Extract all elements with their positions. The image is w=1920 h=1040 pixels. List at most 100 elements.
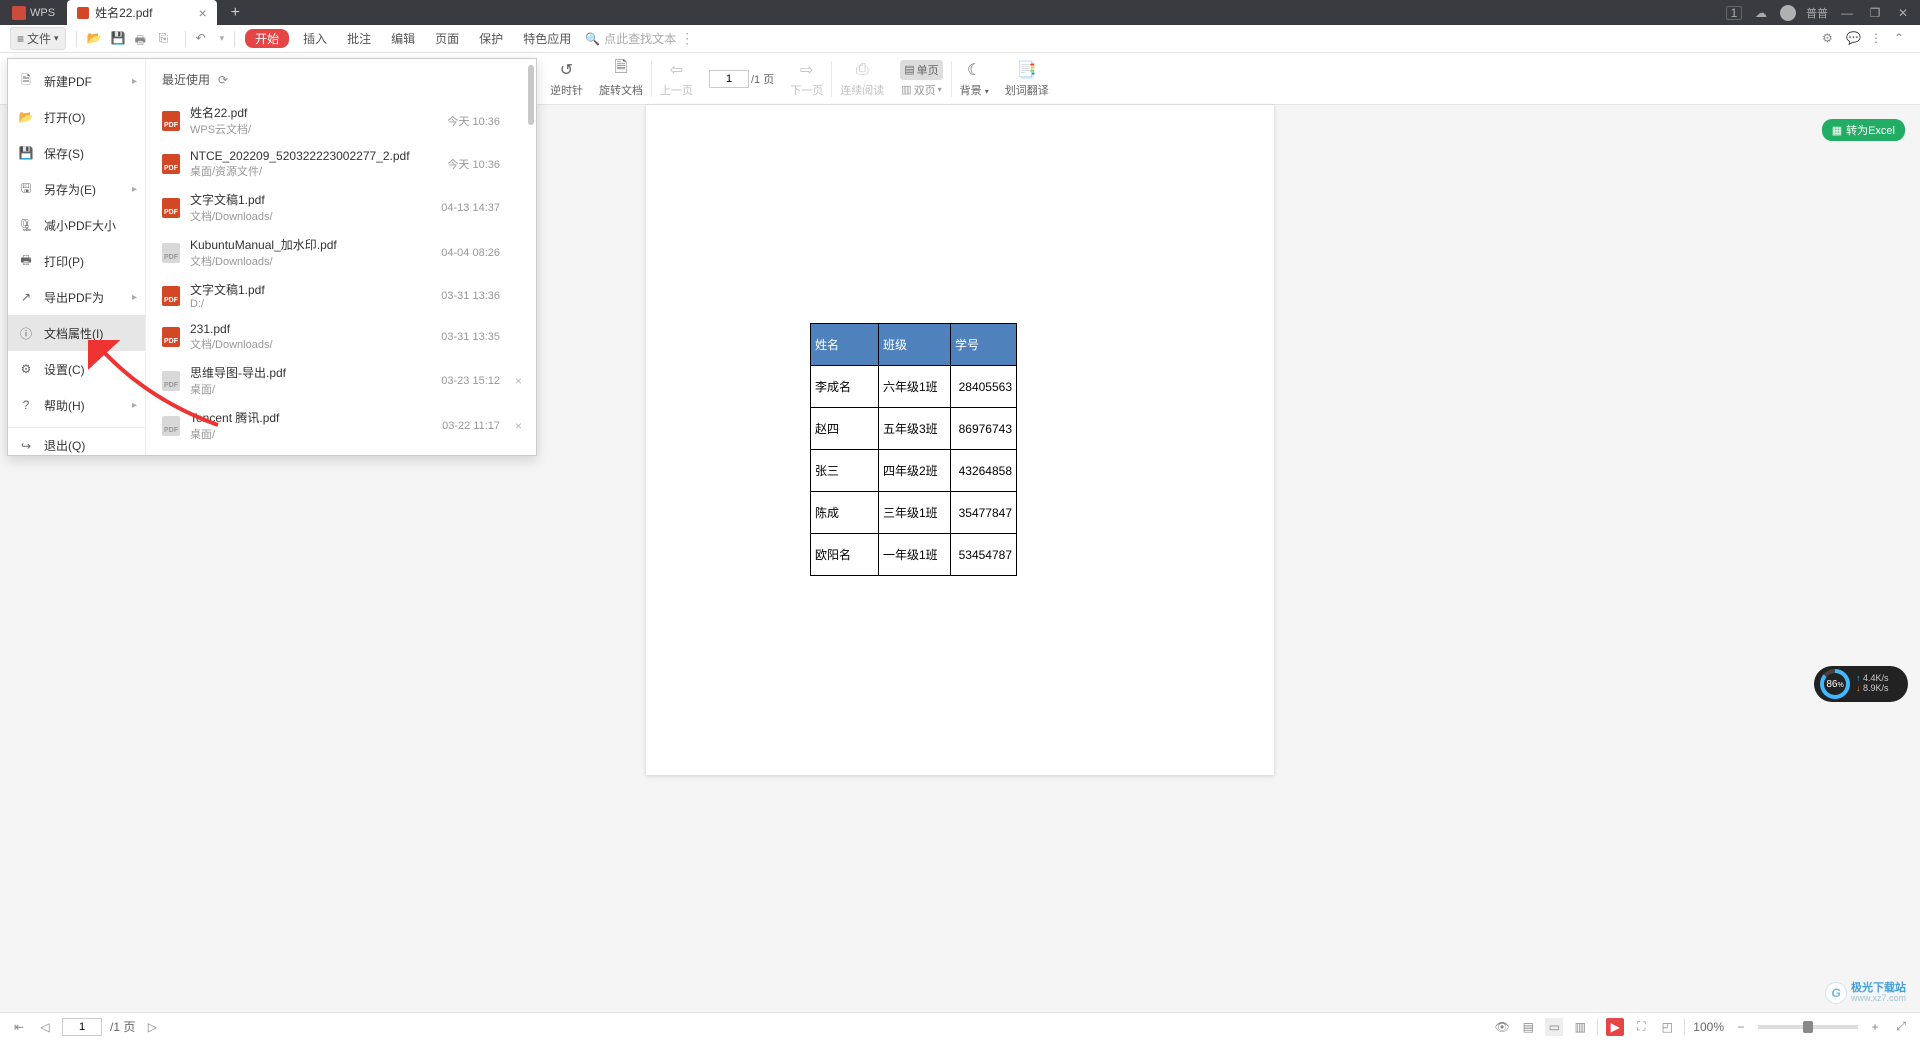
page-number-input[interactable] [709, 70, 749, 88]
view-continuous-icon[interactable]: ▤ [1519, 1018, 1537, 1036]
zoom-slider[interactable] [1758, 1025, 1858, 1029]
recent-file-item[interactable]: PDF 231.pdf文档/Downloads/ 03-31 13:35 [146, 316, 536, 358]
minimize-button[interactable]: — [1838, 4, 1856, 22]
remove-recent-icon[interactable]: × [515, 419, 522, 433]
next-page-icon[interactable]: ▷ [143, 1018, 161, 1036]
first-page-icon[interactable]: ⇤ [10, 1018, 28, 1036]
hamburger-icon: ≡ [17, 32, 24, 46]
eye-icon[interactable]: 👁 [1493, 1018, 1511, 1036]
share-icon[interactable]: ⎘ [159, 31, 175, 47]
begin-tab[interactable]: 开始 [245, 29, 289, 48]
dictionary-button[interactable]: 📑划词翻译 [997, 53, 1057, 104]
save-icon[interactable]: 💾 [111, 31, 127, 47]
recent-file-item[interactable]: PDF KubuntuManual_加水印.pdf文档/Downloads/ 0… [146, 230, 536, 275]
save-as-icon: 🖫 [18, 181, 34, 197]
document-tab[interactable]: 姓名22.pdf × [67, 0, 217, 25]
wps-logo[interactable]: WPS [0, 6, 67, 20]
settings-icon[interactable]: ⚙ [1822, 31, 1838, 47]
file-menu-item[interactable]: 💾保存(S) [8, 135, 145, 171]
insert-tab[interactable]: 插入 [297, 30, 333, 47]
edit-tab[interactable]: 编辑 [385, 30, 421, 47]
file-menu-item[interactable]: ⚙设置(C) [8, 351, 145, 387]
search-box[interactable]: 🔍 点此查找文本 ⋮ [585, 30, 694, 47]
file-menu-item[interactable]: ⓘ文档属性(I) [8, 315, 145, 351]
rotate-ccw-button[interactable]: ↺逆时针 [542, 53, 591, 104]
refresh-icon[interactable]: ⟳ [218, 73, 228, 87]
performance-widget[interactable]: 86% 4.4K/s 8.9K/s [1814, 666, 1908, 702]
play-icon[interactable]: ▶ [1606, 1018, 1624, 1036]
feedback-icon[interactable]: 💬 [1846, 31, 1862, 47]
file-menu-item[interactable]: ?帮助(H)▸ [8, 387, 145, 423]
chevron-down-icon[interactable]: ▾ [220, 33, 225, 44]
open-folder-icon[interactable]: 📂 [87, 31, 103, 47]
recent-file-item[interactable]: PDF NTCE_202209_520322223002277_2.pdf桌面/… [146, 143, 536, 185]
recent-file-item[interactable]: PDF 姓名11.pdfWPS云文档/ 03-10 09:07 [146, 448, 536, 455]
chevron-right-icon: ▸ [132, 184, 137, 195]
pdf-file-icon: PDF [162, 416, 180, 436]
file-menu-item[interactable]: ↗导出PDF为▸ [8, 279, 145, 315]
file-menu-button[interactable]: ≡ 文件 ▾ [10, 27, 66, 50]
table-header: 班级 [879, 324, 951, 366]
zoom-in-icon[interactable]: + [1866, 1018, 1884, 1036]
file-menu-item[interactable]: 📂打开(O) [8, 99, 145, 135]
user-avatar[interactable] [1780, 5, 1796, 21]
arrow-right-icon: ⇨ [797, 60, 817, 80]
page-layout-group: ▤单页 ▥双页▾ [892, 53, 950, 104]
protect-tab[interactable]: 保护 [473, 30, 509, 47]
fit-width-icon[interactable]: ⛶ [1632, 1018, 1650, 1036]
prev-page-icon[interactable]: ◁ [36, 1018, 54, 1036]
excel-icon: ▦ [1832, 124, 1842, 137]
titlebar-cloud-icon[interactable]: ☁ [1752, 4, 1770, 22]
tab-close-icon[interactable]: × [198, 5, 206, 21]
app-name: WPS [30, 7, 55, 19]
recent-file-item[interactable]: PDF 思维导图-导出.pdf桌面/ 03-23 15:12 × [146, 358, 536, 403]
continuous-read-button[interactable]: ⎙连续阅读 [832, 53, 892, 104]
file-menu-item[interactable]: 🗜减小PDF大小 [8, 207, 145, 243]
scrollbar-thumb[interactable] [528, 65, 534, 125]
status-page-input[interactable] [62, 1018, 102, 1036]
prev-page-button[interactable]: ⇦上一页 [652, 53, 701, 104]
background-button[interactable]: ☾背景 ▾ [952, 53, 997, 104]
file-plus-icon: 🗎 [18, 73, 34, 89]
maximize-button[interactable]: ❐ [1866, 4, 1884, 22]
print-icon[interactable]: 🖶 [135, 31, 151, 47]
tab-title: 姓名22.pdf [95, 4, 152, 21]
titlebar-badge[interactable]: 1 [1726, 6, 1742, 20]
view-single-icon[interactable]: ▭ [1545, 1018, 1563, 1036]
convert-to-excel-button[interactable]: ▦ 转为Excel [1822, 119, 1905, 141]
info-icon: ⓘ [18, 325, 34, 341]
pdf-file-icon: PDF [162, 286, 180, 306]
fullscreen-icon[interactable]: ⤢ [1892, 1018, 1910, 1036]
recent-file-item[interactable]: PDF 文字文稿1.pdfD:/ 03-31 13:36 [146, 275, 536, 316]
file-menu-left-panel: 🗎新建PDF▸📂打开(O)💾保存(S)🖫另存为(E)▸🗜减小PDF大小🖶打印(P… [8, 59, 146, 455]
recent-file-item[interactable]: PDF 姓名22.pdfWPS云文档/ 今天 10:36 [146, 98, 536, 143]
page-tab[interactable]: 页面 [429, 30, 465, 47]
view-double-icon[interactable]: ▥ [1571, 1018, 1589, 1036]
recent-file-item[interactable]: PDF Tencent 腾讯.pdf桌面/ 03-22 11:17 × [146, 403, 536, 448]
file-menu-item[interactable]: ↪退出(Q) [8, 427, 145, 463]
file-menu-item[interactable]: 🖫另存为(E)▸ [8, 171, 145, 207]
rotate-doc-button[interactable]: 🗎旋转文档 [591, 53, 651, 104]
double-page-button[interactable]: ▥双页▾ [901, 82, 941, 98]
remove-recent-icon[interactable]: × [515, 374, 522, 388]
rotate-icon: 🗎 [611, 60, 631, 80]
zoom-out-icon[interactable]: − [1732, 1018, 1750, 1036]
undo-icon[interactable]: ↶ [196, 31, 212, 47]
features-tab[interactable]: 特色应用 [517, 30, 577, 47]
annotate-tab[interactable]: 批注 [341, 30, 377, 47]
download-speed: 8.9K/s [1856, 684, 1889, 694]
next-page-button[interactable]: ⇨下一页 [782, 53, 831, 104]
more-icon[interactable]: ⋮ [1870, 31, 1886, 47]
user-name: 普普 [1806, 5, 1828, 21]
recent-file-item[interactable]: PDF 文字文稿1.pdf文档/Downloads/ 04-13 14:37 [146, 185, 536, 230]
file-menu-item[interactable]: 🖶打印(P) [8, 243, 145, 279]
new-tab-button[interactable]: + [217, 4, 254, 22]
collapse-ribbon-icon[interactable]: ⌃ [1894, 31, 1910, 47]
close-window-button[interactable]: ✕ [1894, 4, 1912, 22]
single-page-button[interactable]: ▤单页 [900, 60, 942, 80]
title-bar: WPS 姓名22.pdf × + 1 ☁ 普普 — ❐ ✕ [0, 0, 1920, 25]
fit-page-icon[interactable]: ◰ [1658, 1018, 1676, 1036]
gear-icon: ⚙ [18, 361, 34, 377]
chevron-right-icon: ▸ [132, 292, 137, 303]
file-menu-item[interactable]: 🗎新建PDF▸ [8, 63, 145, 99]
